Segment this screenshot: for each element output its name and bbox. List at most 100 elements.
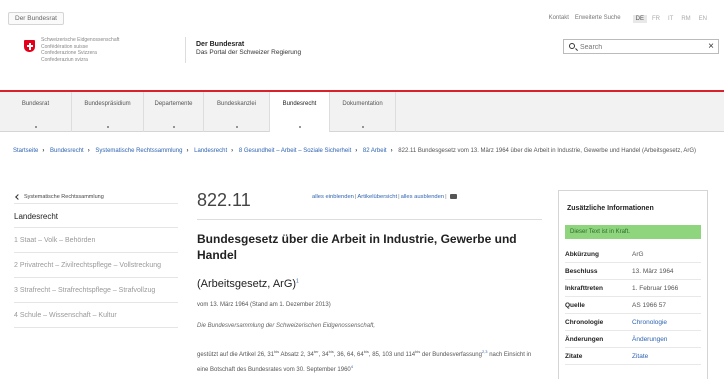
status-badge: Dieser Text ist in Kraft.: [565, 225, 701, 239]
info-row-beschluss: Beschluss 13. März 1964: [565, 263, 701, 280]
breadcrumb-item-systematische[interactable]: Systematische Rechtssammlung: [95, 148, 182, 154]
basis-text: Absatz 2, 34: [279, 352, 314, 358]
citations-link[interactable]: Zitate: [632, 348, 648, 364]
search-input[interactable]: [580, 42, 700, 52]
nav-item-label: Dokumentation: [342, 101, 383, 107]
dropdown-dot-icon: [34, 126, 37, 128]
sidebar-title: Landesrecht: [14, 204, 178, 228]
law-title: Bundesgesetz über die Arbeit in Industri…: [197, 232, 517, 262]
language-switcher: DE FR IT RM EN: [632, 15, 710, 23]
separator: |: [398, 194, 400, 201]
dropdown-dot-icon: [298, 126, 301, 128]
info-rows: Abkürzung ArG Beschluss 13. März 1964 Inkr…: [565, 246, 701, 365]
confederation-name-de: Schweizerische Eidgenossenschaft: [41, 37, 120, 43]
top-links: Kontakt Erweiterte Suche DE FR IT RM EN: [549, 15, 710, 23]
chevron-right-icon: ›: [42, 148, 45, 154]
changes-link[interactable]: Änderungen: [632, 331, 667, 347]
info-label: Chronologie: [565, 319, 604, 326]
info-row-aenderungen: Änderungen Änderungen: [565, 331, 701, 348]
lang-rm[interactable]: RM: [678, 15, 693, 23]
info-value: 13. März 1964: [632, 268, 674, 275]
main-divider: [197, 219, 542, 220]
dropdown-dot-icon: [361, 126, 364, 128]
footnote-link[interactable]: 1: [296, 278, 299, 284]
nav-item-bundespraesidium[interactable]: Bundespräsidium: [72, 92, 144, 132]
nav-item-bundesrecht[interactable]: Bundesrecht: [270, 92, 330, 137]
top-bar: Der Bundesrat Kontakt Erweiterte Suche D…: [0, 0, 724, 30]
nav-item-departemente[interactable]: Departemente: [144, 92, 204, 132]
header-divider: [185, 37, 186, 63]
breadcrumb-item-landesrecht[interactable]: Landesrecht: [194, 148, 227, 154]
search-box: ×: [563, 39, 719, 54]
nav-item-bundeskanzlei[interactable]: Bundeskanzlei: [204, 92, 270, 132]
portal-title[interactable]: Der Bundesrat: [196, 40, 244, 49]
info-row-inkrafttreten: Inkrafttreten 1. Februar 1966: [565, 280, 701, 297]
sidebar-item-schule[interactable]: 4 Schule – Wissenschaft – Kultur: [14, 303, 178, 328]
nav-item-bundesrat[interactable]: Bundesrat: [0, 92, 72, 132]
nav-item-label: Bundesrecht: [282, 101, 317, 107]
basis-text: , 34: [318, 352, 329, 358]
info-label: Zitate: [565, 353, 583, 360]
nav-item-label: Departemente: [154, 101, 193, 107]
law-basis: gestützt auf die Artikel 26, 31bis Absat…: [197, 346, 542, 376]
chronology-link[interactable]: Chronologie: [632, 314, 667, 330]
footnote-link[interactable]: 4: [351, 364, 353, 369]
dropdown-dot-icon: [106, 126, 109, 128]
info-row-zitate: Zitate Zitate: [565, 348, 701, 365]
breadcrumb-item-startseite[interactable]: Startseite: [13, 148, 38, 154]
search-icon: [569, 43, 575, 49]
law-intro: Die Bundesversammlung der Schweizerische…: [197, 323, 376, 329]
print-icon[interactable]: [449, 194, 457, 199]
federal-authorities-tab[interactable]: Der Bundesrat: [8, 12, 64, 25]
chevron-right-icon: ›: [186, 148, 189, 154]
dropdown-dot-icon: [235, 126, 238, 128]
basis-text: , 36, 64, 64: [333, 352, 364, 358]
lang-en[interactable]: EN: [696, 15, 710, 23]
breadcrumb: Startseite › Bundesrecht › Systematische R…: [13, 146, 718, 156]
close-icon[interactable]: ×: [708, 41, 714, 53]
advanced-search-link[interactable]: Erweiterte Suche: [575, 15, 621, 23]
show-all-link[interactable]: alles einblenden: [312, 194, 354, 200]
law-date: vom 13. März 1964 (Stand am 1. Dezember …: [197, 302, 331, 308]
back-link[interactable]: Systematische Rechtssammlung: [14, 190, 178, 204]
sidebar-item-strafrecht[interactable]: 3 Strafrecht – Strafrechtspflege – Straf…: [14, 278, 178, 303]
info-title: Zusätzliche Informationen: [567, 205, 654, 212]
lang-fr[interactable]: FR: [649, 15, 663, 23]
sr-number: 822.11: [197, 190, 251, 210]
chevron-right-icon: ›: [355, 148, 358, 154]
back-link-label: Systematische Rechtssammlung: [24, 194, 104, 200]
lang-de[interactable]: DE: [632, 15, 647, 23]
nav-item-label: Bundespräsidium: [84, 101, 131, 107]
confederation-name-rm: Confederaziun svizra: [41, 56, 88, 63]
basis-text: , 85, 103 und 114: [368, 352, 416, 358]
info-row-abkuerzung: Abkürzung ArG: [565, 246, 701, 263]
sidebar: Systematische Rechtssammlung Landesrecht…: [14, 190, 178, 328]
breadcrumb-item-gesundheit[interactable]: 8 Gesundheit – Arbeit – Soziale Sicherhe…: [239, 148, 351, 154]
contact-link[interactable]: Kontakt: [549, 15, 569, 23]
portal-subtitle: Das Portal der Schweizer Regierung: [196, 49, 302, 56]
breadcrumb-item-bundesrecht[interactable]: Bundesrecht: [50, 148, 84, 154]
lang-it[interactable]: IT: [665, 15, 676, 23]
sidebar-item-staat[interactable]: 1 Staat – Volk – Behörden: [14, 228, 178, 253]
additional-info-box: Zusätzliche Informationen Dieser Text is…: [558, 190, 708, 379]
sidebar-item-privatrecht[interactable]: 2 Privatrecht – Zivilrechtspflege – Voll…: [14, 253, 178, 278]
info-label: Inkrafttreten: [565, 285, 603, 292]
nav-item-label: Bundeskanzlei: [216, 101, 257, 107]
info-row-chronologie: Chronologie Chronologie: [565, 314, 701, 331]
info-label: Änderungen: [565, 336, 604, 343]
info-label: Abkürzung: [565, 251, 599, 258]
breadcrumb-item-arbeit[interactable]: 82 Arbeit: [363, 148, 387, 154]
info-label: Quelle: [565, 302, 585, 309]
dropdown-dot-icon: [172, 126, 175, 128]
separator: |: [445, 194, 447, 201]
info-row-quelle: Quelle AS 1966 57: [565, 297, 701, 314]
nav-item-dokumentation[interactable]: Dokumentation: [330, 92, 396, 132]
swiss-coat-of-arms-icon[interactable]: [24, 40, 35, 52]
chevron-right-icon: ›: [231, 148, 234, 154]
hide-all-link[interactable]: alles ausblenden: [401, 194, 445, 200]
breadcrumb-current: 822.11 Bundesgesetz vom 13. März 1964 üb…: [398, 148, 696, 154]
info-value: 1. Februar 1966: [632, 285, 679, 292]
nav-item-label: Bundesrat: [21, 101, 50, 107]
info-value: ArG: [632, 251, 644, 258]
article-overview-link[interactable]: Artikelübersicht: [357, 194, 397, 200]
